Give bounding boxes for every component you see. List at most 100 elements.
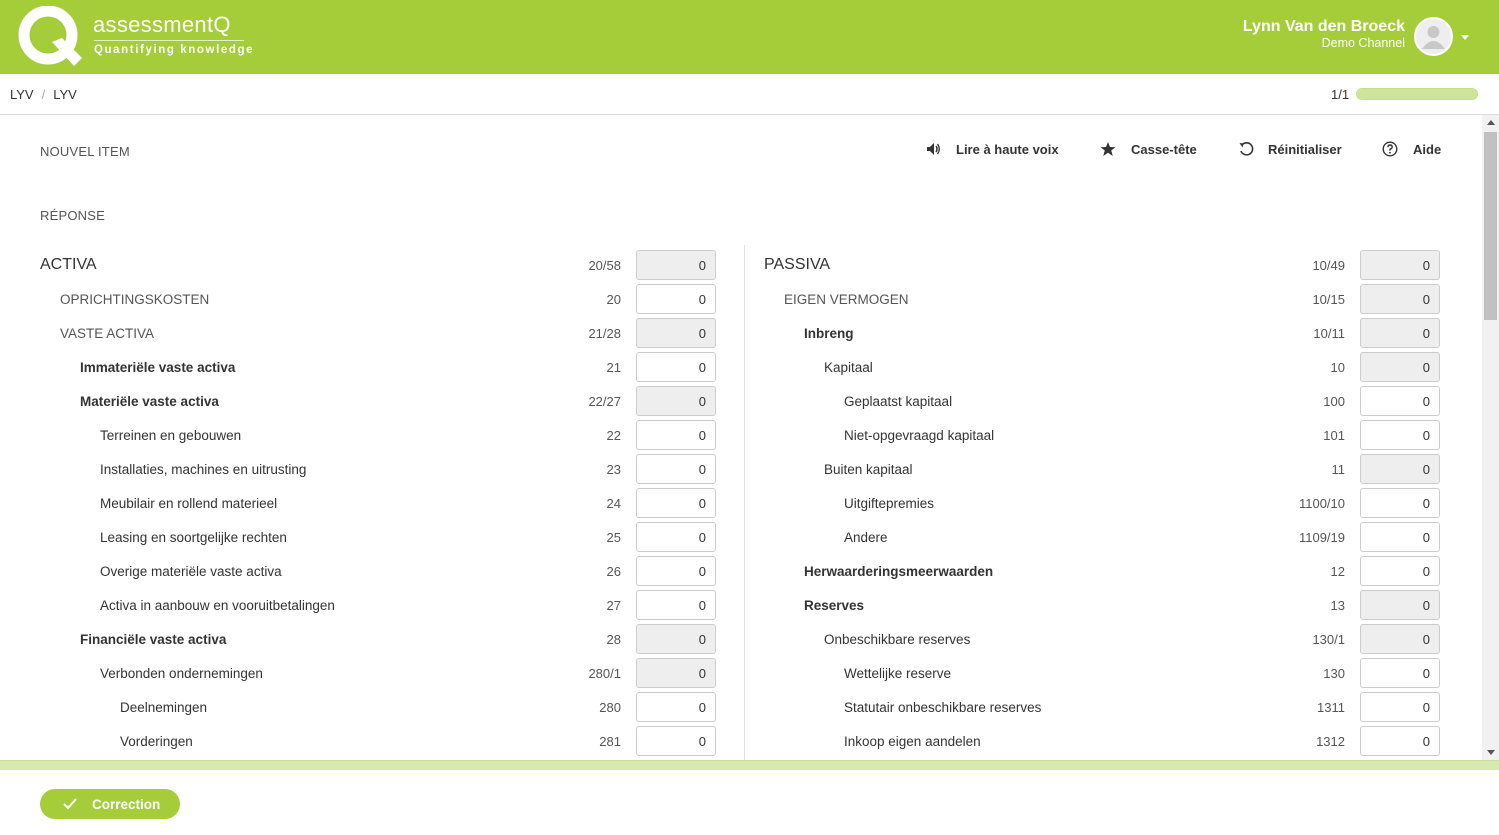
correction-button[interactable]: Correction (40, 789, 180, 819)
table-row: OPRICHTINGSKOSTEN 20 (36, 284, 716, 314)
row-label: Uitgiftepremies (844, 496, 935, 511)
response-label: RÉPONSE (40, 208, 105, 223)
amount-input[interactable] (1360, 522, 1440, 552)
row-code: 280/1 (588, 666, 621, 681)
row-code: 10/15 (1312, 292, 1345, 307)
row-label: Vorderingen (120, 734, 193, 749)
total-field (636, 250, 716, 280)
row-label: Installaties, machines en uitrusting (100, 462, 307, 477)
row-label: Terreinen en gebouwen (100, 428, 242, 443)
amount-input[interactable] (1360, 692, 1440, 722)
row-label: Herwaarderingsmeerwaarden (804, 564, 994, 579)
puzzle-button[interactable]: Casse-tête (1100, 140, 1200, 160)
help-button[interactable]: Aide (1382, 140, 1452, 160)
table-row: Wettelijke reserve 130 (760, 658, 1440, 688)
table-row: Terreinen en gebouwen 22 (36, 420, 716, 450)
table-row: Financiële vaste activa 28 (36, 624, 716, 654)
row-label: Financiële vaste activa (80, 632, 227, 647)
row-code: 100 (1323, 394, 1345, 409)
amount-input[interactable] (636, 692, 716, 722)
scrollbar-thumb[interactable] (1484, 132, 1497, 320)
row-label: Materiële vaste activa (80, 394, 219, 409)
amount-input[interactable] (636, 522, 716, 552)
scrollbar[interactable] (1482, 115, 1499, 760)
breadcrumb-item[interactable]: LYV (53, 87, 77, 102)
user-info[interactable]: Lynn Van den Broeck Demo Channel (1243, 18, 1405, 50)
row-label: Inkoop eigen aandelen (844, 734, 981, 749)
row-code: 21/28 (588, 326, 621, 341)
amount-input[interactable] (636, 284, 716, 314)
breadcrumb-item[interactable]: LYV (10, 87, 34, 102)
help-icon (1382, 141, 1398, 157)
row-label: Activa in aanbouw en vooruitbetalingen (100, 598, 335, 613)
table-row: EIGEN VERMOGEN 10/15 (760, 284, 1440, 314)
brand-tagline: Quantifying knowledge (94, 44, 255, 56)
brand-name: assessmentQ (93, 12, 231, 37)
table-row: Onbeschikbare reserves 130/1 (760, 624, 1440, 654)
amount-input[interactable] (1360, 726, 1440, 756)
progress-label: 1/1 (1331, 87, 1350, 102)
amount-input[interactable] (636, 726, 716, 756)
table-row: Meubilair en rollend materieel 24 (36, 488, 716, 518)
amount-input[interactable] (636, 352, 716, 382)
row-label: Verbonden ondernemingen (100, 666, 263, 681)
amount-input[interactable] (1360, 556, 1440, 586)
row-label: Buiten kapitaal (824, 462, 913, 477)
row-code: 22/27 (588, 394, 621, 409)
total-field (636, 318, 716, 348)
row-code: 101 (1323, 428, 1345, 443)
star-icon (1100, 142, 1116, 156)
row-code: 20 (606, 292, 621, 307)
row-label: Geplaatst kapitaal (844, 394, 953, 409)
breadcrumb: LYV / LYV (10, 87, 77, 102)
row-label: Onbeschikbare reserves (824, 632, 971, 647)
reset-label: Réinitialiser (1268, 142, 1342, 157)
row-code: 23 (606, 462, 621, 477)
user-menu-chevron-down-icon[interactable] (1461, 35, 1469, 40)
read-aloud-button[interactable]: Lire à haute voix (925, 140, 1065, 160)
progress-fill (1357, 89, 1477, 99)
amount-input[interactable] (1360, 488, 1440, 518)
table-row: Activa in aanbouw en vooruitbetalingen 27 (36, 590, 716, 620)
table-row: Deelnemingen 280 (36, 692, 716, 722)
row-code: 280 (599, 700, 621, 715)
row-label: Reserves (804, 598, 865, 613)
row-code: 1311 (1317, 700, 1345, 715)
table-row: ACTIVA 20/58 (36, 250, 716, 280)
amount-input[interactable] (1360, 386, 1440, 416)
row-label: Meubilair en rollend materieel (100, 496, 278, 511)
table-row: Herwaarderingsmeerwaarden 12 (760, 556, 1440, 586)
amount-input[interactable] (636, 556, 716, 586)
row-label: OPRICHTINGSKOSTEN (60, 292, 210, 307)
row-label: Andere (844, 530, 888, 545)
row-code: 11 (1331, 462, 1346, 477)
table-row: Kapitaal 10 (760, 352, 1440, 382)
amount-input[interactable] (636, 454, 716, 484)
row-code: 1312 (1316, 734, 1345, 749)
row-label: Statutair onbeschikbare reserves (844, 700, 1042, 715)
table-row: Immateriële vaste activa 21 (36, 352, 716, 382)
reset-button[interactable]: Réinitialiser (1238, 140, 1348, 160)
row-label: Inbreng (804, 326, 854, 341)
table-row: Buiten kapitaal 11 (760, 454, 1440, 484)
row-label: Overige materiële vaste activa (100, 564, 282, 579)
avatar[interactable] (1414, 17, 1453, 56)
table-row: Materiële vaste activa 22/27 (36, 386, 716, 416)
breadcrumb-separator: / (41, 87, 46, 102)
logo[interactable]: assessmentQ Quantifying knowledge (18, 6, 258, 68)
table-row: Overige materiële vaste activa 26 (36, 556, 716, 586)
scroll-up-icon[interactable] (1487, 120, 1495, 125)
row-code: 10 (1330, 360, 1345, 375)
row-label: Wettelijke reserve (844, 666, 952, 681)
row-code: 1109/19 (1298, 530, 1345, 545)
amount-input[interactable] (1360, 420, 1440, 450)
row-label: PASSIVA (764, 256, 831, 273)
amount-input[interactable] (636, 590, 716, 620)
scroll-down-icon[interactable] (1487, 750, 1495, 755)
table-row: Statutair onbeschikbare reserves 1311 (760, 692, 1440, 722)
row-code: 28 (606, 632, 621, 647)
amount-input[interactable] (1360, 658, 1440, 688)
amount-input[interactable] (636, 420, 716, 450)
app-header: assessmentQ Quantifying knowledge Lynn V… (0, 0, 1499, 74)
amount-input[interactable] (636, 488, 716, 518)
